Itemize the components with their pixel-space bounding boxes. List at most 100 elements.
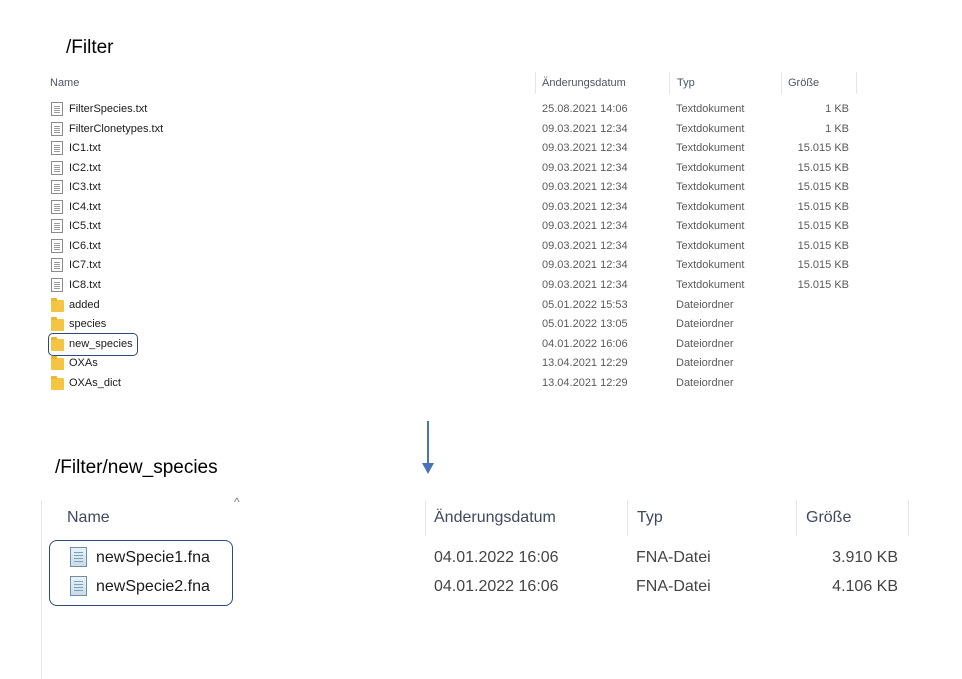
file-date: 09.03.2021 12:34	[542, 122, 628, 135]
table-row[interactable]: OXAs 13.04.2021 12:29 Dateiordner	[0, 355, 962, 374]
file-type: Dateiordner	[676, 357, 734, 370]
table-row[interactable]: IC8.txt 09.03.2021 12:34 Textdokument 15.01…	[0, 277, 962, 296]
file-date: 04.01.2022 16:06	[434, 578, 559, 595]
top-header-date[interactable]: Änderungsdatum	[542, 77, 626, 89]
bottom-header-divider[interactable]	[908, 500, 909, 536]
bottom-header-divider[interactable]	[796, 500, 797, 536]
file-type: Dateiordner	[676, 376, 734, 389]
down-arrow-line	[427, 421, 429, 465]
bottom-header-size[interactable]: Größe	[806, 509, 851, 527]
file-date: 04.01.2022 16:06	[542, 337, 628, 350]
table-row[interactable]: IC6.txt 09.03.2021 12:34 Textdokument 15.01…	[0, 238, 962, 257]
top-header-size[interactable]: Größe	[788, 77, 819, 89]
down-arrow-icon	[422, 463, 434, 474]
file-type: Textdokument	[676, 239, 745, 252]
text-file-icon	[51, 180, 63, 195]
table-row[interactable]: added 05.01.2022 15:53 Dateiordner	[0, 297, 962, 316]
file-date: 09.03.2021 12:34	[542, 259, 628, 272]
table-row[interactable]: IC2.txt 09.03.2021 12:34 Textdokument 15.01…	[0, 160, 962, 179]
text-file-icon	[51, 258, 63, 273]
text-file-icon	[51, 121, 63, 136]
file-name: IC2.txt	[69, 161, 101, 174]
bottom-header-divider[interactable]	[425, 500, 426, 536]
highlight-new-species-folder	[48, 333, 138, 356]
file-type: Dateiordner	[676, 298, 734, 311]
file-size: 1 KB	[825, 103, 849, 115]
table-row[interactable]: new_species 04.01.2022 16:06 Dateiordner	[0, 336, 962, 355]
file-type: FNA-Datei	[636, 578, 711, 595]
top-header-divider[interactable]	[856, 72, 857, 94]
text-file-icon	[51, 277, 63, 292]
file-size: 15.015 KB	[797, 200, 849, 213]
bottom-header-type[interactable]: Typ	[637, 509, 663, 527]
table-row[interactable]: IC5.txt 09.03.2021 12:34 Textdokument 15.01…	[0, 218, 962, 237]
sort-ascending-icon: ^	[234, 495, 240, 509]
file-name: OXAs_dict	[69, 376, 121, 389]
file-name: IC4.txt	[69, 200, 101, 213]
file-size: 15.015 KB	[797, 142, 849, 155]
file-name: IC1.txt	[69, 142, 101, 155]
bottom-header-divider[interactable]	[627, 500, 628, 536]
file-size: 15.015 KB	[797, 278, 849, 291]
file-name: IC7.txt	[69, 259, 101, 272]
top-header-type[interactable]: Typ	[677, 77, 695, 89]
file-type: Textdokument	[676, 103, 745, 115]
file-name: FilterSpecies.txt	[69, 103, 148, 115]
file-date: 09.03.2021 12:34	[542, 200, 628, 213]
file-name: IC5.txt	[69, 220, 101, 233]
text-file-icon	[51, 102, 63, 116]
table-row[interactable]: species 05.01.2022 13:05 Dateiordner	[0, 316, 962, 335]
file-type: Textdokument	[676, 142, 745, 155]
top-header-name[interactable]: Name	[50, 77, 79, 89]
file-size: 15.015 KB	[797, 220, 849, 233]
file-name: IC8.txt	[69, 278, 101, 291]
file-type: Dateiordner	[676, 337, 734, 350]
top-header-divider[interactable]	[535, 72, 536, 94]
folder-icon	[51, 297, 64, 312]
file-name: OXAs	[69, 357, 98, 370]
file-type: Textdokument	[676, 220, 745, 233]
file-type: Textdokument	[676, 122, 745, 135]
folder-icon	[51, 356, 64, 371]
file-date: 09.03.2021 12:34	[542, 278, 628, 291]
file-date: 05.01.2022 13:05	[542, 318, 628, 331]
table-row[interactable]: FilterSpecies.txt 25.08.2021 14:06 Textdok…	[0, 101, 962, 120]
file-date: 09.03.2021 12:34	[542, 181, 628, 194]
file-date: 04.01.2022 16:06	[434, 549, 559, 566]
file-size: 15.015 KB	[797, 161, 849, 174]
bottom-header-date[interactable]: Änderungsdatum	[434, 509, 556, 527]
file-size: 4.106 KB	[832, 578, 898, 595]
table-row[interactable]: IC7.txt 09.03.2021 12:34 Textdokument 15.01…	[0, 257, 962, 276]
file-size: 15.015 KB	[797, 259, 849, 272]
file-date: 09.03.2021 12:34	[542, 220, 628, 233]
file-date: 09.03.2021 12:34	[542, 239, 628, 252]
top-header-divider[interactable]	[781, 72, 782, 94]
table-row[interactable]: IC4.txt 09.03.2021 12:34 Textdokument 15.01…	[0, 199, 962, 218]
table-row[interactable]: FilterClonetypes.txt 09.03.2021 12:34 Text…	[0, 121, 962, 140]
file-date: 09.03.2021 12:34	[542, 161, 628, 174]
file-size: 15.015 KB	[797, 181, 849, 194]
text-file-icon	[51, 238, 63, 253]
file-date: 25.08.2021 14:06	[542, 103, 628, 115]
table-row[interactable]: IC1.txt 09.03.2021 12:34 Textdokument 15.01…	[0, 140, 962, 159]
file-type: Textdokument	[676, 181, 745, 194]
file-date: 13.04.2021 12:29	[542, 357, 628, 370]
top-path-label: /Filter	[66, 37, 114, 58]
file-type: Dateiordner	[676, 318, 734, 331]
table-row[interactable]: IC3.txt 09.03.2021 12:34 Textdokument 15.01…	[0, 179, 962, 198]
folder-icon	[51, 317, 64, 332]
file-size: 1 KB	[825, 122, 849, 135]
text-file-icon	[51, 160, 63, 175]
top-header-divider[interactable]	[669, 72, 670, 94]
file-name: species	[69, 318, 107, 331]
file-type: Textdokument	[676, 161, 745, 174]
text-file-icon	[51, 141, 63, 156]
file-name: IC6.txt	[69, 239, 101, 252]
bottom-header-name[interactable]: Name	[67, 509, 110, 527]
table-row[interactable]: OXAs_dict 13.04.2021 12:29 Dateiordner	[0, 375, 962, 394]
file-date: 05.01.2022 15:53	[542, 298, 628, 311]
file-size: 3.910 KB	[832, 549, 898, 566]
folder-icon	[51, 375, 64, 390]
file-name: added	[69, 298, 100, 311]
file-size: 15.015 KB	[797, 239, 849, 252]
